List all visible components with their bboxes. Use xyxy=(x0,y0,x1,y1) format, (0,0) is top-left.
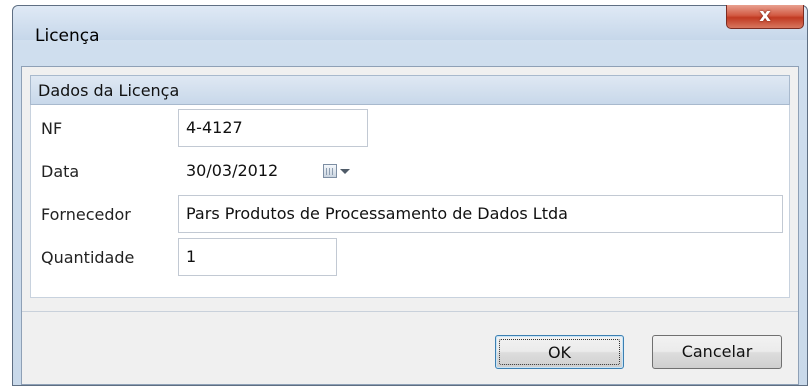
group-title: Dados da Licença xyxy=(38,81,180,100)
fornecedor-label: Fornecedor xyxy=(41,205,131,224)
title-bar[interactable]: Licença x xyxy=(13,5,807,46)
window-title: Licença xyxy=(35,26,100,46)
nf-field[interactable]: 4-4127 xyxy=(178,109,368,147)
dialog-client-area: Dados da Licença NF 4-4127 Data 30/03/20… xyxy=(21,66,799,385)
quantidade-value: 1 xyxy=(186,247,197,266)
date-value: 30/03/2012 xyxy=(186,161,279,180)
chevron-down-icon xyxy=(340,169,350,174)
close-icon: x xyxy=(759,5,771,26)
button-bar-separator xyxy=(22,311,798,312)
nf-label: NF xyxy=(41,119,63,138)
cancel-button[interactable]: Cancelar xyxy=(652,335,782,369)
group-header: Dados da Licença xyxy=(30,75,790,105)
ok-button-label: OK xyxy=(499,339,620,365)
data-label: Data xyxy=(41,162,80,181)
close-button[interactable]: x xyxy=(726,5,804,29)
quantidade-field[interactable]: 1 xyxy=(178,238,337,276)
license-form: NF 4-4127 Data 30/03/2012 Fornecedor Par… xyxy=(30,105,790,298)
date-picker[interactable]: 30/03/2012 xyxy=(178,152,368,190)
nf-value: 4-4127 xyxy=(186,118,243,137)
calendar-dropdown-button[interactable] xyxy=(323,163,353,181)
fornecedor-field[interactable]: Pars Produtos de Processamento de Dados … xyxy=(178,195,783,233)
dialog-window: Licença x Dados da Licença NF 4-4127 Dat… xyxy=(12,5,808,386)
calendar-icon xyxy=(323,164,337,178)
quantidade-label: Quantidade xyxy=(41,248,135,267)
fornecedor-value: Pars Produtos de Processamento de Dados … xyxy=(186,204,568,223)
ok-button[interactable]: OK xyxy=(495,335,624,369)
